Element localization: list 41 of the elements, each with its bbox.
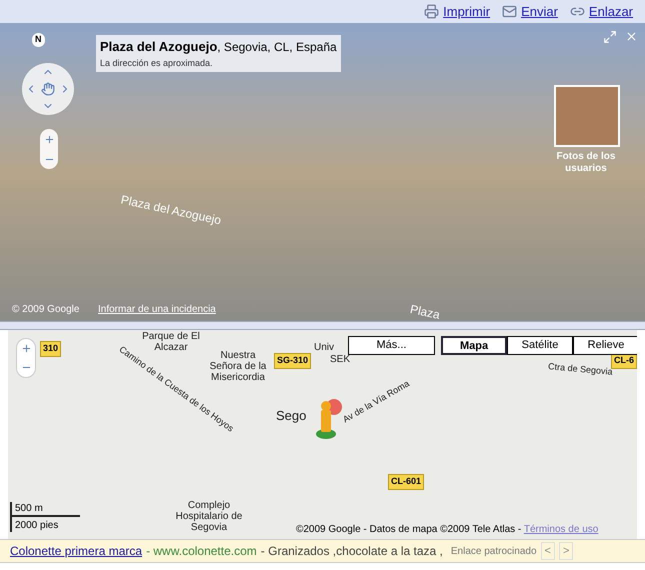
envelope-icon	[502, 4, 518, 19]
printer-icon	[424, 4, 440, 19]
address-title: Plaza del Azoguejo, Segovia, CL, España	[100, 38, 337, 56]
zoom-in-icon[interactable]	[20, 343, 32, 354]
hand-icon	[41, 82, 55, 96]
close-icon[interactable]	[625, 30, 638, 43]
compass-control[interactable]	[22, 63, 74, 115]
toolbar-link[interactable]: Enviar	[502, 2, 558, 22]
road-shield: 310	[40, 341, 62, 356]
ad-url: - www.colonette.com	[146, 543, 257, 560]
map-type-tab[interactable]: Relieve	[573, 336, 637, 355]
map-type-tab[interactable]: Mapa	[441, 336, 507, 355]
fullscreen-icon[interactable]	[603, 30, 617, 44]
city-label: Sego	[276, 407, 306, 425]
road-shield: SG-310	[274, 353, 312, 368]
place-label: Parque de El Alcazar	[142, 331, 201, 353]
sponsored-label: Enlace patrocinado	[450, 544, 537, 558]
toolbar-link[interactable]: Imprimir	[424, 2, 490, 22]
map-type-tab[interactable]: Satélite	[507, 336, 573, 355]
map-attribution: ©2009 Google - Datos de mapa ©2009 Tele Atlas - Términos de uso	[296, 523, 598, 537]
address-note: La dirección es aproximada.	[100, 56, 214, 70]
copyright-text: © 2009 Google	[12, 303, 80, 317]
scale-label: 2000 pies	[14, 519, 60, 532]
road-shield: CL-601	[388, 474, 424, 490]
pegman-icon	[314, 398, 344, 440]
place-label: Univ	[314, 342, 334, 353]
zoom-in-icon[interactable]	[44, 134, 54, 144]
scale-label: 500 m	[12, 502, 80, 517]
user-photo-thumbnail[interactable]	[554, 85, 620, 147]
ad-title-link[interactable]: Colonette primera marca	[10, 542, 142, 560]
street-label: Ctra de Segovia	[548, 360, 613, 379]
north-label: N	[32, 33, 44, 46]
place-label: Complejo Hospitalario de Segovia	[174, 500, 244, 533]
place-label: Nuestra Señora de la Misericordia	[208, 350, 268, 383]
street-label: Av de la Vía Roma	[340, 377, 412, 426]
street-label: Plaza del Azoguejo	[119, 192, 223, 230]
more-button[interactable]: Más...	[348, 336, 435, 355]
toolbar-link[interactable]: Enlazar	[570, 2, 633, 22]
place-label: SEK	[330, 354, 350, 365]
street-label: Plaza	[408, 301, 442, 324]
ad-text: - Granizados ,chocolate a la taza ,	[260, 543, 443, 560]
